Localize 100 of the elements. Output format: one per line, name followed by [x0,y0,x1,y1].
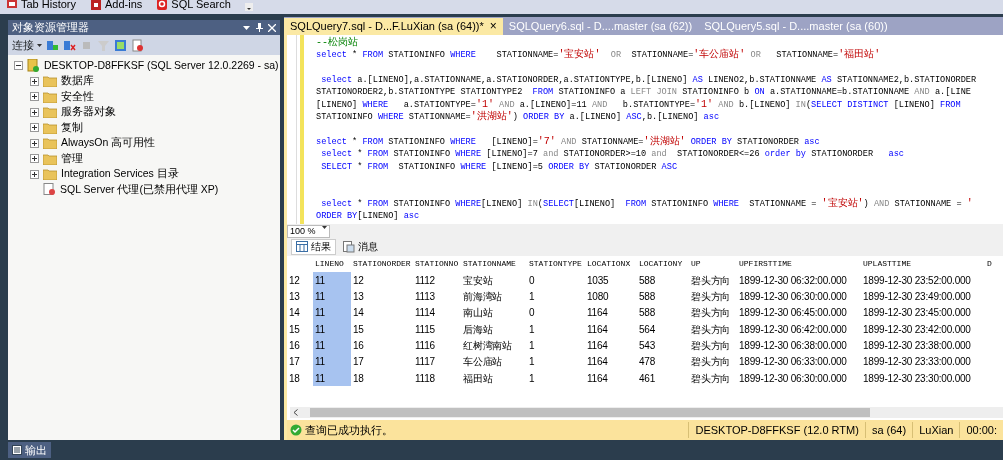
table-cell[interactable]: 478 [637,353,689,370]
table-cell[interactable]: 碧头方向 [689,288,737,305]
expander-icon[interactable] [14,61,23,71]
tree-item[interactable]: DESKTOP-D8FFKSF (SQL Server 12.0.2269 - sa) [44,57,279,74]
row-header[interactable]: 12 [287,272,313,289]
report-icon[interactable] [130,38,144,52]
tree-item[interactable]: AlwaysOn 高可用性 [61,135,156,152]
table-cell[interactable]: 1899-12-30 06:42:00.000 [737,321,861,338]
table-cell[interactable]: 15 [351,321,413,338]
table-cell[interactable]: 1899-12-30 06:38:00.000 [737,337,861,354]
disconnect-icon[interactable] [62,38,76,52]
expander-icon[interactable] [30,76,39,86]
expander-icon[interactable] [30,154,39,164]
table-cell[interactable]: 1164 [585,369,637,387]
table-cell[interactable]: 1899-12-30 23:45:00.000 [861,304,985,322]
table-cell[interactable]: 543 [637,337,689,354]
table-cell[interactable]: 1899-12-30 23:33:00.000 [861,353,985,370]
scroll-left-icon[interactable] [293,409,298,417]
table-cell[interactable]: 1 [527,353,585,370]
table-cell[interactable]: 1 [527,369,585,387]
tree-item[interactable]: 安全性 [61,88,94,105]
table-cell[interactable]: 碧头方向 [689,321,737,338]
table-cell[interactable]: 1899-12-30 23:42:00.000 [861,321,985,338]
table-cell[interactable]: 1 [527,321,585,338]
table-cell[interactable]: 1899-12-30 23:52:00.000 [861,272,985,289]
table-cell[interactable]: 588 [637,288,689,305]
table-cell[interactable]: 1114 [413,304,461,322]
toolbar-button[interactable]: Add-ins [90,0,143,10]
editor-tab[interactable]: SQLQuery7.sql - D...F.LuXian (sa (64))* × [284,17,503,35]
table-cell[interactable]: 1164 [585,337,637,354]
scrollbar-thumb[interactable] [310,408,870,418]
overflow-icon[interactable] [244,3,253,11]
expander-icon[interactable] [30,169,39,179]
table-cell[interactable]: 1899-12-30 23:38:00.000 [861,337,985,354]
expander-icon[interactable] [30,107,39,117]
table-cell[interactable]: 1164 [585,304,637,322]
table-cell[interactable]: 宝安站 [461,272,527,289]
pin-icon[interactable] [255,23,263,32]
table-cell[interactable]: 12 [351,272,413,289]
table-cell[interactable]: 11 [313,288,351,305]
tree-item[interactable]: 管理 [61,150,83,167]
toolbar-button[interactable]: SQL Search [156,0,231,10]
table-cell[interactable]: 1080 [585,288,637,305]
row-header[interactable]: 15 [287,321,313,338]
table-cell[interactable]: 1113 [413,288,461,305]
table-cell[interactable]: 碧头方向 [689,337,737,354]
table-cell[interactable]: 1115 [413,321,461,338]
row-header[interactable]: 13 [287,288,313,305]
table-cell[interactable]: 0 [527,304,585,322]
result-tab[interactable]: 消息 [338,238,383,255]
toolbar-button[interactable]: Tab History [6,0,77,10]
table-cell[interactable]: 588 [637,272,689,289]
connect-icon[interactable] [45,38,59,52]
table-cell[interactable]: 后海站 [461,321,527,338]
table-cell[interactable]: 1899-12-30 06:32:00.000 [737,272,861,289]
table-cell[interactable]: 红树湾南站 [461,337,527,354]
table-cell[interactable]: 前海湾站 [461,288,527,305]
table-cell[interactable]: 1899-12-30 06:30:00.000 [737,288,861,305]
row-header[interactable]: 17 [287,353,313,370]
row-header[interactable]: 16 [287,337,313,354]
table-cell[interactable]: 1 [527,288,585,305]
expander-icon[interactable] [30,123,39,133]
table-cell[interactable]: 碧头方向 [689,272,737,289]
table-cell[interactable]: 碧头方向 [689,369,737,387]
close-icon[interactable]: × [489,17,497,36]
table-cell[interactable]: 11 [313,321,351,338]
table-cell[interactable]: 1899-12-30 06:30:00.000 [737,369,861,387]
tree-item[interactable]: 复制 [61,119,83,136]
table-cell[interactable]: 1164 [585,353,637,370]
tree-item[interactable]: 数据库 [61,73,94,90]
table-cell[interactable]: 461 [637,369,689,387]
table-cell[interactable]: 1164 [585,321,637,338]
table-cell[interactable]: 车公庙站 [461,353,527,370]
table-cell[interactable]: 1899-12-30 23:49:00.000 [861,288,985,305]
table-cell[interactable]: 11 [313,337,351,354]
table-cell[interactable]: 1899-12-30 06:33:00.000 [737,353,861,370]
tree-item[interactable]: 服务器对象 [61,104,116,121]
table-cell[interactable]: 南山站 [461,304,527,322]
expander-icon[interactable] [30,138,39,148]
table-cell[interactable]: 11 [313,272,351,289]
table-cell[interactable]: 1118 [413,369,461,387]
result-tab[interactable]: 结果 [291,238,336,255]
table-cell[interactable]: 0 [527,272,585,289]
table-cell[interactable]: 福田站 [461,369,527,387]
table-cell[interactable]: 1 [527,337,585,354]
row-header[interactable]: 18 [287,369,313,387]
table-cell[interactable]: 碧头方向 [689,304,737,322]
table-cell[interactable]: 18 [351,369,413,387]
expander-icon[interactable] [30,92,39,102]
tree-item[interactable]: SQL Server 代理(已禁用代理 XP) [60,181,219,198]
close-icon[interactable] [268,23,276,32]
dropdown-icon[interactable] [243,25,250,30]
table-cell[interactable]: 1117 [413,353,461,370]
table-cell[interactable]: 13 [351,288,413,305]
output-tab[interactable]: 输出 [8,442,51,458]
table-cell[interactable]: 17 [351,353,413,370]
table-cell[interactable]: 碧头方向 [689,353,737,370]
table-cell[interactable]: 16 [351,337,413,354]
table-cell[interactable]: 588 [637,304,689,322]
table-cell[interactable]: 1116 [413,337,461,354]
